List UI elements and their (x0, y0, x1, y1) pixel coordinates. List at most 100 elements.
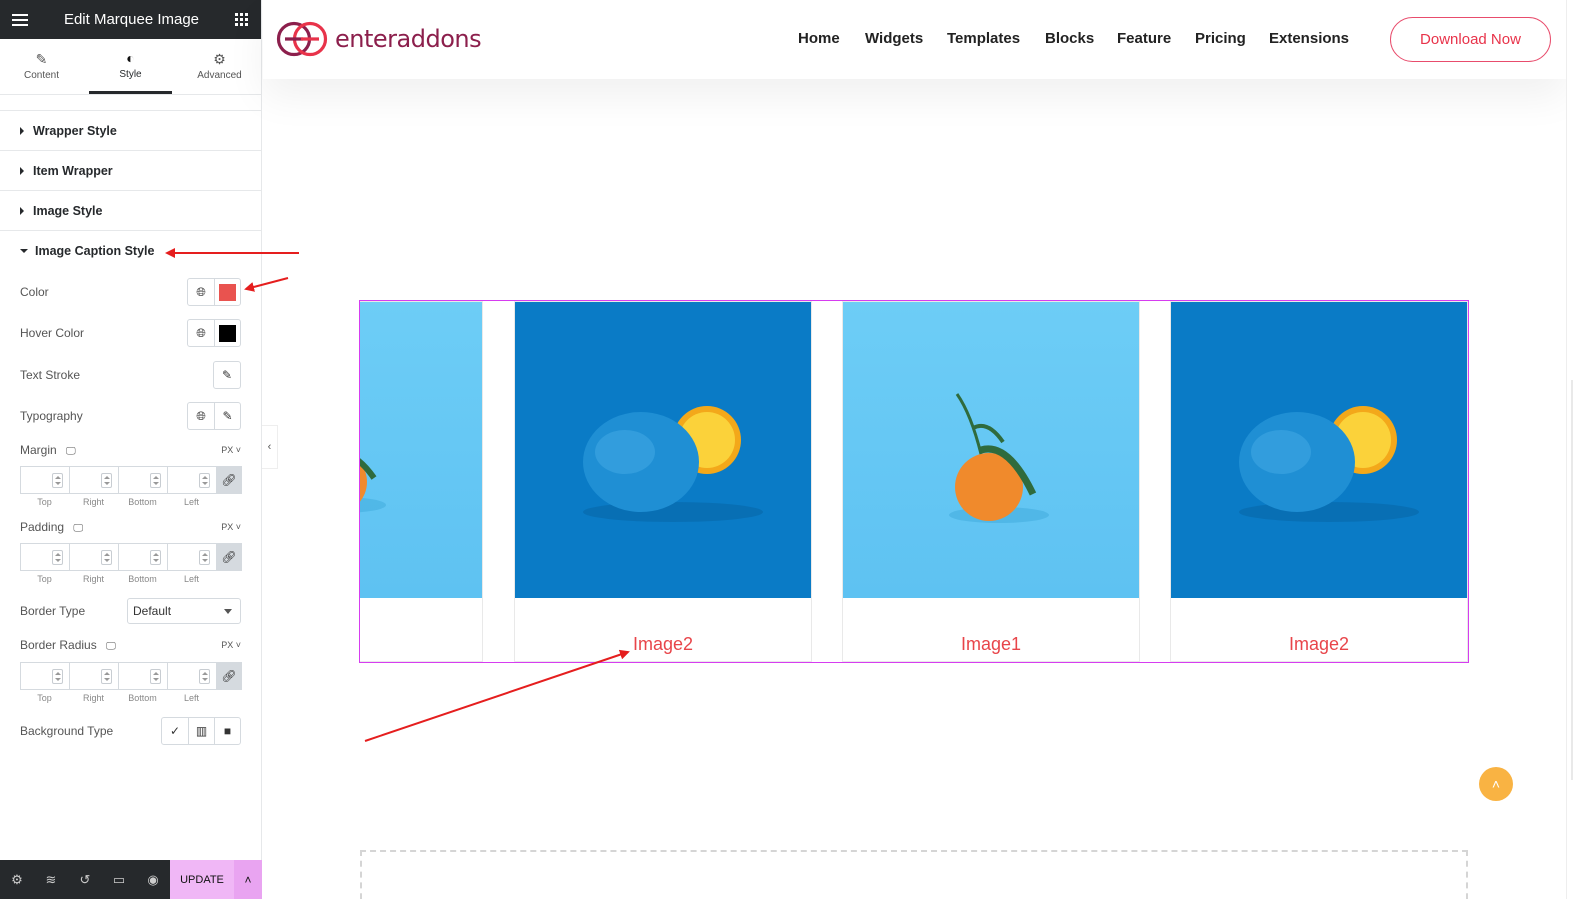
preview-eye-icon[interactable]: ◉ (136, 860, 170, 899)
desktop-icon[interactable]: 🖵 (106, 641, 116, 652)
radius-bottom-input[interactable] (118, 662, 167, 690)
global-fonts-icon[interactable]: 🌐︎ (188, 403, 214, 429)
typography-label: Typography (20, 409, 83, 423)
desktop-icon[interactable]: 🖵 (73, 523, 83, 534)
border-radius-control: Border Radius 🖵 PX ˅ (20, 638, 241, 652)
panel-header: Edit Marquee Image (0, 0, 261, 39)
border-type-control: Border Type Default (20, 598, 241, 624)
border-radius-inputs: 🔗︎ (20, 662, 242, 690)
page-scrollbar[interactable] (1566, 0, 1585, 899)
link-icon[interactable]: 🔗︎ (216, 543, 242, 571)
caret-right-icon (20, 166, 24, 175)
edit-pencil-icon[interactable]: ✎ (214, 403, 240, 429)
link-icon[interactable]: 🔗︎ (216, 662, 242, 690)
margin-unit[interactable]: PX (221, 445, 233, 455)
padding-label: Padding (20, 520, 65, 534)
section-image-caption-style[interactable]: Image Caption Style (0, 230, 261, 270)
marquee-image-widget[interactable]: Image2 Image1 Image2 (359, 300, 1469, 663)
download-now-button[interactable]: Download Now (1390, 17, 1551, 62)
tab-style[interactable]: ◐ Style (89, 39, 172, 94)
caret-down-icon (20, 248, 28, 253)
image-caption: Image1 (960, 634, 1022, 654)
dim-label-right: Right (82, 693, 104, 703)
editor-panel: Edit Marquee Image ✎ Content ◐ Style ⚙ A… (0, 0, 262, 899)
logo-mark-icon (276, 21, 328, 57)
text-stroke-label: Text Stroke (20, 368, 81, 382)
padding-bottom-input[interactable] (118, 543, 167, 571)
edit-pencil-icon[interactable]: ✎ (214, 362, 240, 388)
caret-right-icon (20, 206, 24, 215)
scroll-to-top-button[interactable]: ˄ (1479, 767, 1513, 801)
margin-top-input[interactable] (20, 466, 69, 494)
dim-label-right: Right (82, 497, 104, 507)
dim-label-right: Right (82, 574, 104, 584)
tab-content-label: Content (23, 70, 60, 81)
gradient-icon[interactable]: ▥ (188, 718, 214, 744)
color-control: Color 🌐︎ (20, 278, 241, 306)
global-colors-icon[interactable]: 🌐︎ (188, 279, 214, 305)
nav-templates[interactable]: Templates (947, 30, 1020, 47)
padding-control: Padding 🖵 PX ˅ (20, 520, 241, 534)
link-icon[interactable]: 🔗︎ (216, 466, 242, 494)
margin-right-input[interactable] (69, 466, 118, 494)
background-type-label: Background Type (20, 724, 114, 738)
dim-label-top: Top (37, 497, 52, 507)
margin-left-input[interactable] (167, 466, 216, 494)
color-label: Color (20, 285, 49, 299)
nav-home[interactable]: Home (798, 30, 840, 47)
nav-extensions[interactable]: Extensions (1269, 30, 1349, 47)
global-colors-icon[interactable]: 🌐︎ (188, 320, 214, 346)
border-type-label: Border Type (20, 604, 86, 618)
hamburger-menu-icon[interactable] (12, 13, 28, 26)
history-icon[interactable]: ↺ (68, 860, 102, 899)
collapse-panel-chevron-icon[interactable]: ‹ (262, 425, 278, 469)
padding-dim-labels: Top Right Bottom Left (20, 574, 216, 584)
nav-widgets[interactable]: Widgets (865, 30, 923, 47)
padding-unit[interactable]: PX (221, 522, 233, 532)
section-wrapper-style[interactable]: Wrapper Style (0, 110, 261, 150)
border-type-select[interactable]: Default (127, 598, 241, 624)
margin-label: Margin (20, 443, 57, 457)
settings-icon[interactable]: ⚙ (0, 860, 34, 899)
section-image-style[interactable]: Image Style (0, 190, 261, 230)
padding-top-input[interactable] (20, 543, 69, 571)
dim-label-bottom: Bottom (128, 693, 157, 703)
nav-blocks[interactable]: Blocks (1045, 30, 1094, 47)
background-type-control: Background Type ✓ ▥ ■ (20, 717, 241, 745)
color-picker[interactable] (214, 279, 240, 305)
border-radius-label: Border Radius (20, 638, 97, 652)
update-button[interactable]: UPDATE (170, 860, 234, 899)
tab-content[interactable]: ✎ Content (0, 39, 83, 94)
orange-half-icon (1171, 302, 1467, 598)
nav-pricing[interactable]: Pricing (1195, 30, 1246, 47)
dim-label-left: Left (183, 574, 199, 584)
margin-dim-labels: Top Right Bottom Left (20, 497, 216, 507)
nav-feature[interactable]: Feature (1117, 30, 1171, 47)
apps-grid-icon[interactable] (234, 12, 249, 27)
section-item-wrapper[interactable]: Item Wrapper (0, 150, 261, 190)
tab-advanced[interactable]: ⚙ Advanced (178, 39, 261, 94)
arrow-to-caption (364, 649, 630, 742)
desktop-icon[interactable]: 🖵 (66, 446, 76, 457)
empty-section-dropzone[interactable] (360, 850, 1468, 899)
margin-bottom-input[interactable] (118, 466, 167, 494)
hover-color-picker[interactable] (214, 320, 240, 346)
chevron-up-icon[interactable]: ˄ (234, 860, 262, 899)
section-label: Image Style (33, 203, 103, 218)
margin-inputs: 🔗︎ (20, 466, 242, 494)
padding-right-input[interactable] (69, 543, 118, 571)
gear-icon: ⚙ (213, 51, 226, 67)
site-logo[interactable]: enteraddons (276, 21, 482, 57)
dim-label-top: Top (37, 693, 52, 703)
video-icon[interactable]: ■ (214, 718, 240, 744)
responsive-icon[interactable]: ▭ (102, 860, 136, 899)
radius-right-input[interactable] (69, 662, 118, 690)
border-radius-unit[interactable]: PX (221, 640, 233, 650)
padding-left-input[interactable] (167, 543, 216, 571)
scrollbar-thumb[interactable] (1571, 380, 1573, 780)
image-caption: Image2 (632, 634, 694, 654)
radius-top-input[interactable] (20, 662, 69, 690)
brush-icon[interactable]: ✓ (162, 718, 188, 744)
radius-left-input[interactable] (167, 662, 216, 690)
layers-icon[interactable]: ≋ (34, 860, 68, 899)
